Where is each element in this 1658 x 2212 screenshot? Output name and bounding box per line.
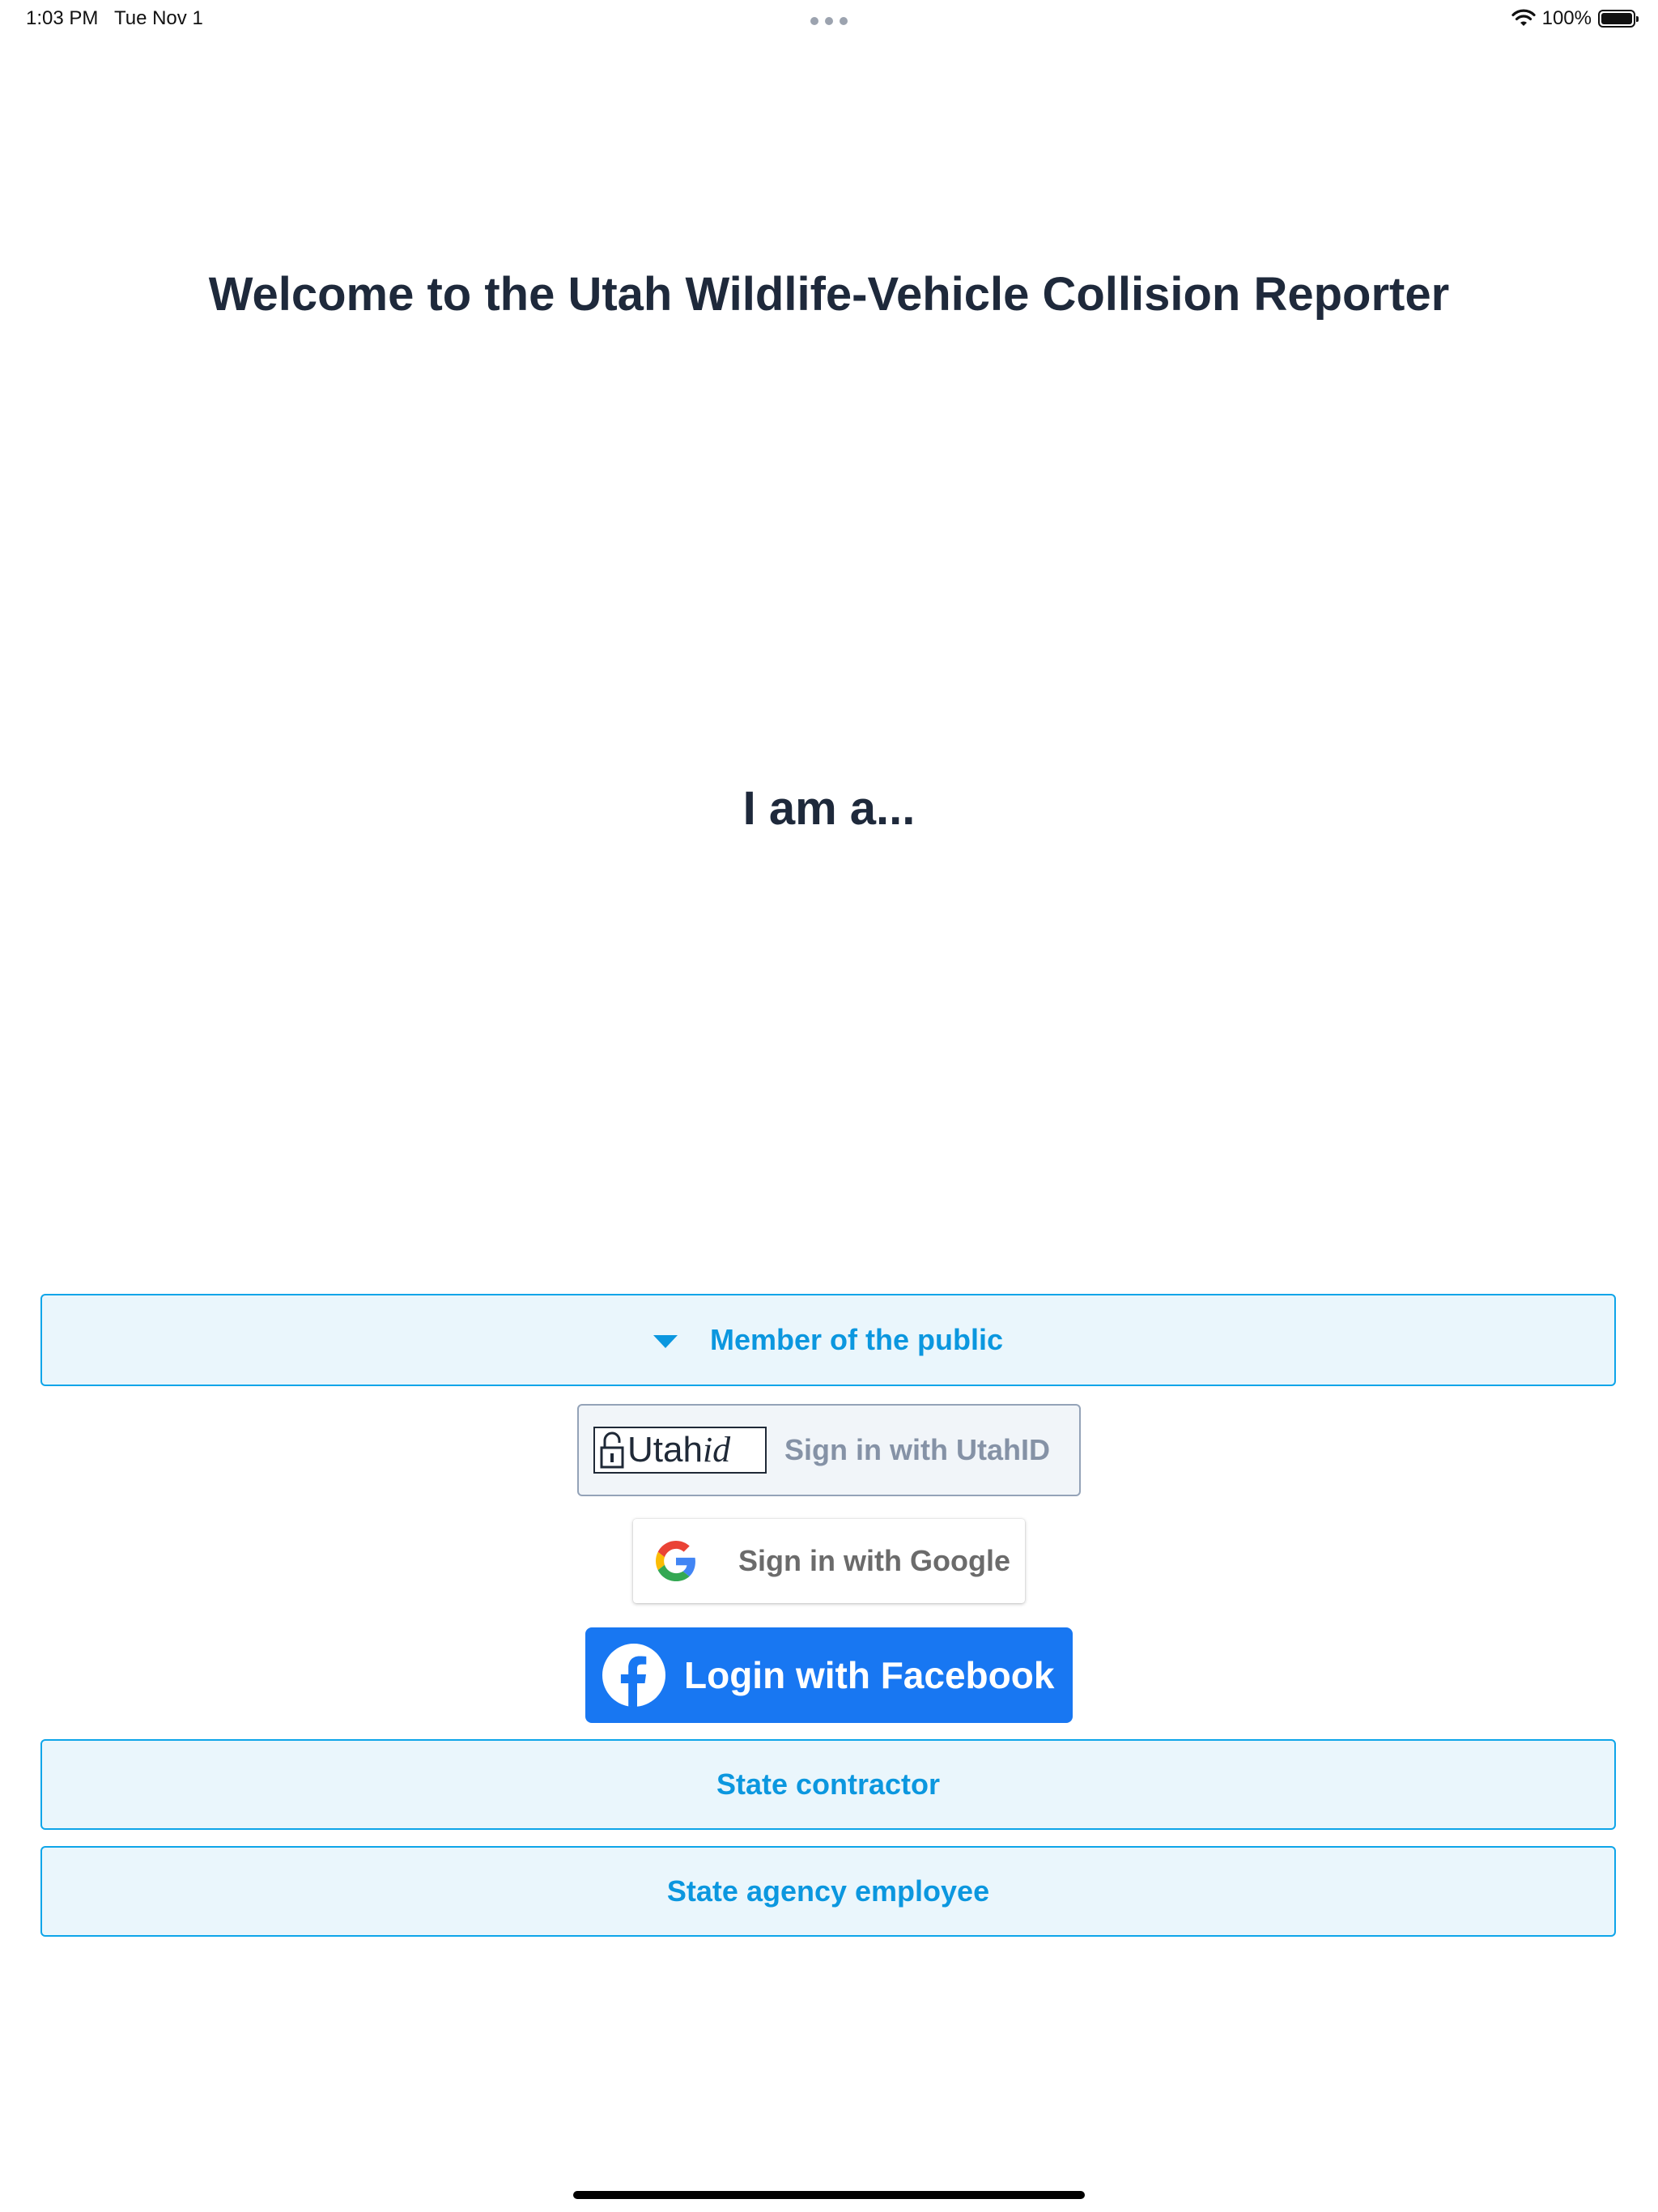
google-sign-in-button[interactable]: Sign in with Google — [633, 1519, 1025, 1603]
battery-percent: 100% — [1541, 7, 1592, 29]
facebook-login-button[interactable]: Login with Facebook — [585, 1627, 1073, 1723]
role-member-of-public-label: Member of the public — [709, 1323, 1004, 1356]
status-bar: 1:03 PM Tue Nov 1 100% — [0, 0, 1658, 39]
dot — [825, 17, 833, 25]
role-member-of-public-button[interactable]: Member of the public — [40, 1294, 1616, 1386]
facebook-icon — [602, 1644, 665, 1708]
battery-icon — [1598, 10, 1639, 28]
google-icon — [656, 1541, 695, 1581]
utahid-logo-text: Utahid — [627, 1432, 730, 1468]
role-state-contractor-button[interactable]: State contractor — [40, 1739, 1616, 1830]
utahid-sign-in-button[interactable]: Utahid Sign in with UtahID — [577, 1404, 1081, 1496]
page-title: Welcome to the Utah Wildlife-Vehicle Col… — [208, 268, 1450, 321]
status-indicators: 100% — [1511, 6, 1639, 31]
home-indicator[interactable] — [573, 2191, 1085, 2199]
utahid-logo-text-italic: id — [702, 1430, 731, 1470]
dot — [810, 17, 818, 25]
status-date: Tue Nov 1 — [113, 7, 203, 29]
dot — [840, 17, 848, 25]
utahid-sign-in-label: Sign in with UtahID — [784, 1433, 1050, 1466]
battery-level — [1601, 13, 1632, 24]
role-prompt-heading: I am a... — [742, 782, 916, 835]
status-time: 1:03 PM Tue Nov 1 — [26, 7, 203, 30]
wifi-icon — [1511, 9, 1536, 26]
status-clock: 1:03 PM — [26, 7, 99, 29]
padlock-icon — [600, 1431, 624, 1469]
more-dots-icon[interactable] — [810, 17, 848, 25]
role-state-agency-employee-button[interactable]: State agency employee — [40, 1846, 1616, 1937]
role-state-agency-employee-label: State agency employee — [666, 1874, 990, 1908]
google-sign-in-label: Sign in with Google — [738, 1544, 1010, 1577]
role-state-contractor-label: State contractor — [716, 1767, 941, 1801]
caret-down-icon — [653, 1335, 678, 1348]
utahid-logo-text-main: Utah — [627, 1430, 703, 1470]
utahid-logo: Utahid — [593, 1427, 767, 1474]
facebook-login-label: Login with Facebook — [684, 1654, 1055, 1696]
